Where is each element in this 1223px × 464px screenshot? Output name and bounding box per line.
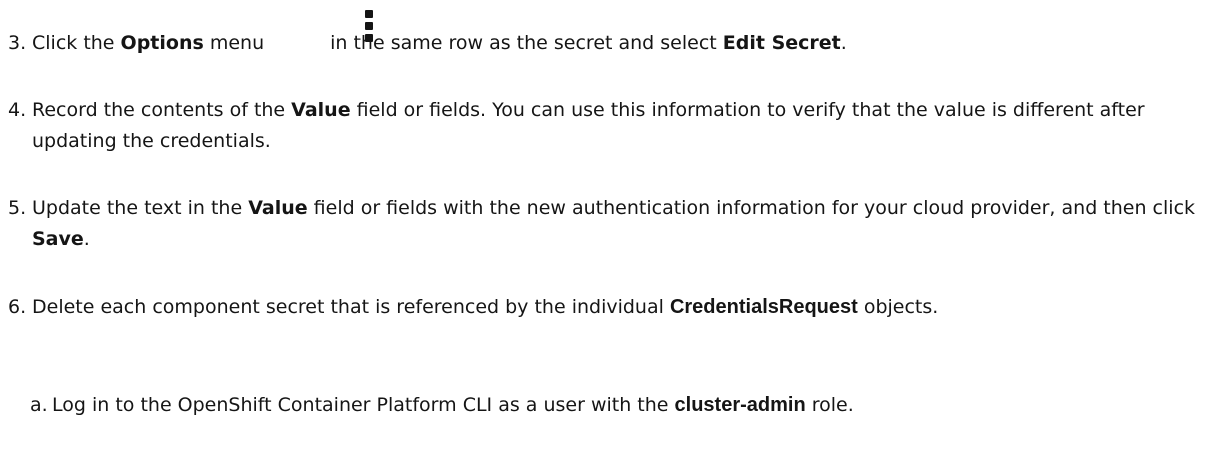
substep-a: a. Log in to the OpenShift Container Pla…	[30, 390, 1220, 421]
save-label: Save	[32, 228, 84, 250]
step-6: 6. Delete each component secret that is …	[8, 292, 1218, 323]
step-number: 4.	[8, 99, 27, 121]
step-text: Delete each component secret that is ref…	[32, 296, 939, 318]
value-label: Value	[248, 197, 308, 219]
step-number: 6.	[8, 296, 27, 318]
step-3: 3. Click the Options menu in the same row…	[8, 28, 1218, 59]
credentials-request-label: CredentialsRequest	[669, 296, 858, 318]
edit-secret-label: Edit Secret	[722, 32, 841, 54]
step-text: Record the contents of the Value field o…	[32, 99, 1145, 152]
step-5: 5. Update the text in the Value field or…	[8, 193, 1218, 255]
options-label: Options	[120, 32, 204, 54]
kebab-menu-icon	[365, 10, 375, 46]
cluster-admin-label: cluster-admin	[674, 394, 806, 416]
step-4: 4. Record the contents of the Value fiel…	[8, 95, 1218, 157]
step-text: Update the text in the Value field or fi…	[32, 197, 1196, 250]
step-text: Click the Options menu in the same row as…	[32, 32, 847, 54]
step-number: 3.	[8, 32, 27, 54]
substep-letter: a.	[30, 394, 48, 416]
step-number: 5.	[8, 197, 27, 219]
value-label: Value	[291, 99, 351, 121]
substep-text: Log in to the OpenShift Container Platfo…	[52, 394, 854, 416]
